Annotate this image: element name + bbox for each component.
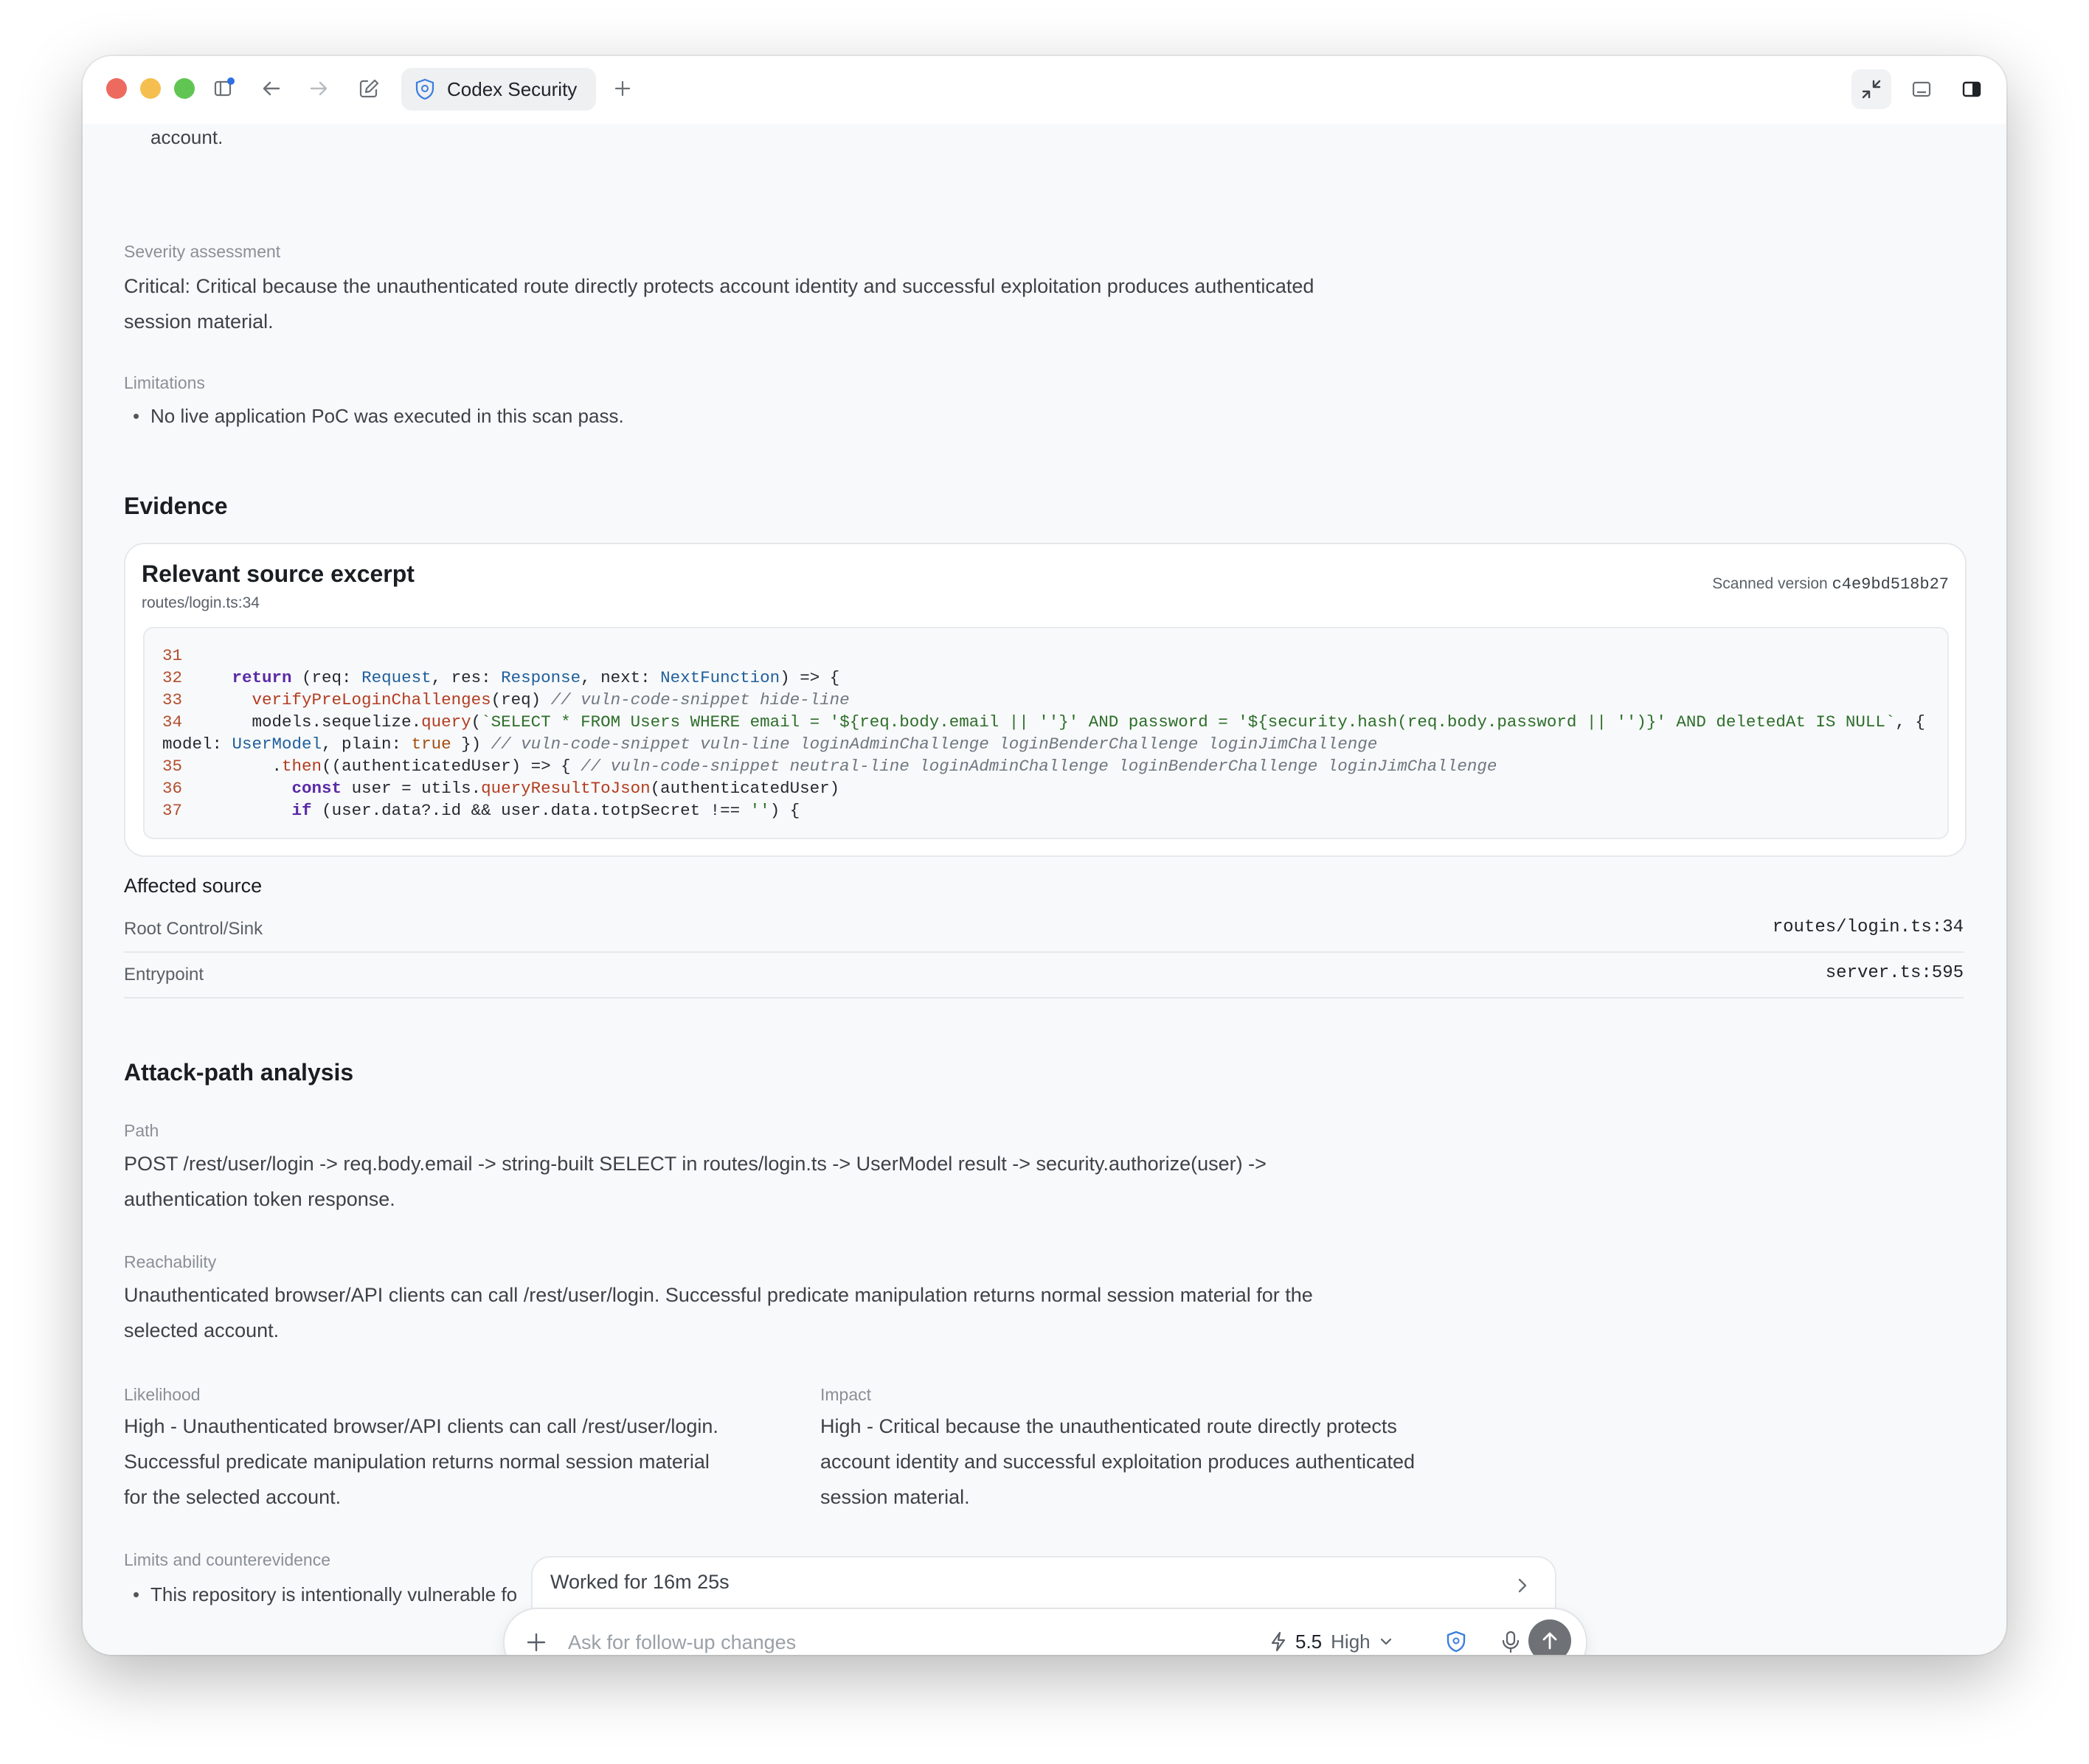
- shield-icon: [415, 78, 434, 100]
- back-arrow-icon[interactable]: [252, 69, 291, 108]
- worked-duration-text: Worked for 16m 25s: [550, 1571, 730, 1593]
- title-bar: Codex Security: [83, 56, 2006, 124]
- right-sidebar-icon[interactable]: [1952, 69, 1992, 109]
- reachability-label: Reachability: [124, 1252, 217, 1271]
- likelihood-label: Likelihood: [124, 1385, 201, 1404]
- scanned-version: Scanned version c4e9bd518b27: [1712, 575, 1949, 594]
- forward-arrow-icon[interactable]: [299, 69, 338, 108]
- likelihood-line-2: Successful predicate manipulation return…: [124, 1451, 710, 1473]
- send-button[interactable]: [1528, 1619, 1571, 1655]
- sidebar-toggle-icon[interactable]: [205, 69, 243, 108]
- affected-row-value[interactable]: server.ts:595: [1826, 963, 1964, 983]
- attack-path-heading: Attack-path analysis: [124, 1059, 354, 1086]
- model-version: 5.5: [1295, 1630, 1323, 1653]
- scanned-version-label: Scanned version: [1712, 575, 1828, 592]
- microphone-icon[interactable]: [1497, 1628, 1524, 1655]
- affected-row-key: Root Control/Sink: [124, 919, 263, 939]
- tab-title: Codex Security: [447, 77, 578, 100]
- code-excerpt: 31 32 return (req: Request, res: Respons…: [162, 646, 1925, 820]
- impact-label: Impact: [820, 1385, 872, 1404]
- reachability-text-line-1: Unauthenticated browser/API clients can …: [124, 1284, 1313, 1306]
- arrow-up-icon: [1542, 1632, 1557, 1650]
- affected-row-entrypoint: Entrypoint server.ts:595: [124, 951, 1964, 999]
- new-tab-plus-icon[interactable]: [603, 69, 642, 108]
- chevron-down-icon: [1380, 1638, 1391, 1645]
- attach-plus-icon[interactable]: [522, 1628, 550, 1655]
- limitation-item: No live application PoC was executed in …: [133, 398, 624, 434]
- source-excerpt-card: Relevant source excerpt routes/login.ts:…: [124, 543, 1967, 857]
- path-label: Path: [124, 1121, 159, 1140]
- severity-text-line-2: session material.: [124, 310, 274, 333]
- source-excerpt-title: Relevant source excerpt: [142, 560, 415, 587]
- reachability-text-line-2: selected account.: [124, 1319, 280, 1341]
- minimize-window-button[interactable]: [140, 78, 161, 99]
- lightning-icon: [1271, 1631, 1286, 1652]
- app-window: Codex Security account. Severity assessm…: [83, 56, 2006, 1655]
- severity-text-line-1: Critical: Critical because the unauthent…: [124, 275, 1314, 297]
- impact-line-3: session material.: [820, 1486, 970, 1508]
- code-block: 31 32 return (req: Request, res: Respons…: [143, 627, 1949, 839]
- impact-line-2: account identity and successful exploita…: [820, 1451, 1416, 1473]
- affected-source-heading: Affected source: [124, 875, 263, 897]
- tab-codex-security[interactable]: Codex Security: [401, 68, 596, 111]
- path-text-line-1: POST /rest/user/login -> req.body.email …: [124, 1153, 1267, 1175]
- evidence-heading: Evidence: [124, 493, 228, 519]
- model-selector[interactable]: 5.5 High: [1269, 1624, 1394, 1655]
- path-text-line-2: authentication token response.: [124, 1188, 395, 1210]
- maximize-window-button[interactable]: [174, 78, 195, 99]
- new-chat-edit-icon[interactable]: [350, 69, 388, 108]
- close-window-button[interactable]: [106, 78, 127, 99]
- affected-row-key: Entrypoint: [124, 965, 204, 985]
- scanned-version-hash: c4e9bd518b27: [1832, 575, 1949, 594]
- limits-counterevidence-label: Limits and counterevidence: [124, 1550, 330, 1569]
- affected-row-root-sink: Root Control/Sink routes/login.ts:34: [124, 906, 1964, 953]
- reasoning-level: High: [1331, 1630, 1371, 1653]
- likelihood-line-3: for the selected account.: [124, 1486, 342, 1508]
- collapse-arrows-icon[interactable]: [1851, 69, 1891, 109]
- follow-up-input[interactable]: [567, 1625, 1233, 1655]
- previous-text-fragment: account.: [150, 126, 224, 148]
- chevron-right-icon: [1518, 1578, 1527, 1593]
- follow-up-composer: 5.5 High: [503, 1608, 1587, 1655]
- severity-assessment-label: Severity assessment: [124, 242, 281, 261]
- bottom-panel-icon[interactable]: [1902, 69, 1941, 109]
- limitations-label: Limitations: [124, 373, 205, 392]
- limits-bullet: This repository is intentionally vulnera…: [133, 1577, 517, 1612]
- finding-detail-content: account. Severity assessment Critical: C…: [83, 124, 2006, 1655]
- impact-line-1: High - Critical because the unauthentica…: [820, 1415, 1397, 1437]
- source-file-ref: routes/login.ts:34: [142, 594, 260, 611]
- likelihood-line-1: High - Unauthenticated browser/API clien…: [124, 1415, 718, 1437]
- security-shield-icon[interactable]: [1443, 1628, 1469, 1655]
- affected-row-value[interactable]: routes/login.ts:34: [1773, 917, 1964, 937]
